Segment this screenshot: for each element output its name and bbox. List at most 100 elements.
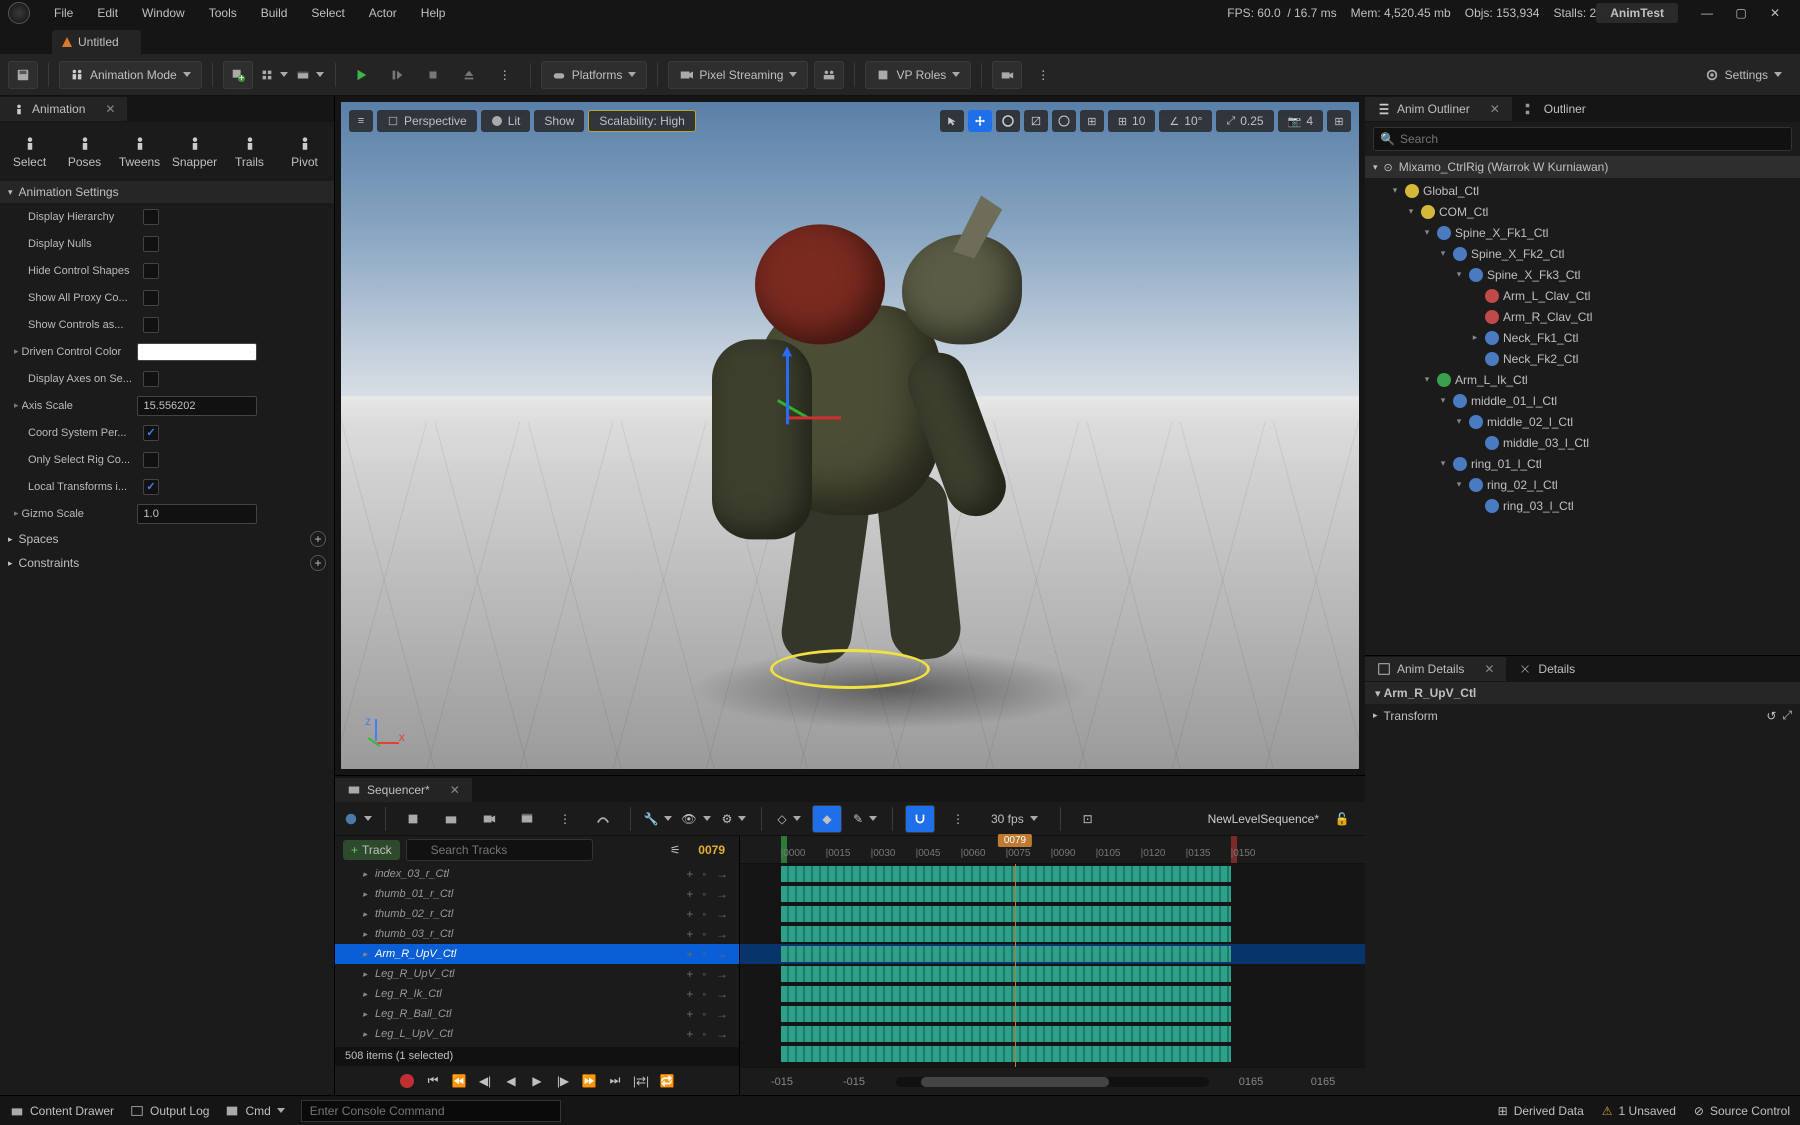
- anim-outliner-tab[interactable]: Anim Outliner✕: [1365, 97, 1512, 121]
- selected-control-header[interactable]: ▾ Arm_R_UpV_Ctl: [1365, 682, 1800, 704]
- menu-file[interactable]: File: [42, 2, 85, 24]
- outliner-item[interactable]: ▾Spine_X_Fk1_Ctl: [1365, 222, 1800, 243]
- sequencer-tab[interactable]: Sequencer*✕: [335, 778, 472, 802]
- maximize-button[interactable]: ▢: [1724, 0, 1758, 26]
- track-row[interactable]: ▸index_03_r_Ctl+ ◦ →: [335, 864, 739, 884]
- playhead-label[interactable]: 0079: [998, 834, 1032, 847]
- outliner-item[interactable]: ▾ring_01_l_Ctl: [1365, 453, 1800, 474]
- director-button[interactable]: [512, 805, 542, 833]
- track-row[interactable]: ▸thumb_01_r_Ctl+ ◦ →: [335, 884, 739, 904]
- outliner-item[interactable]: ▾ring_02_l_Ctl: [1365, 474, 1800, 495]
- menu-window[interactable]: Window: [130, 2, 197, 24]
- viewport-options-button[interactable]: ≡: [349, 110, 373, 132]
- rig-root[interactable]: ▾⊙ Mixamo_CtrlRig (Warrok W Kurniawan): [1365, 156, 1800, 178]
- viewport[interactable]: z x ≡ Perspective Lit Show Scalability: …: [341, 102, 1359, 769]
- loop-section-button[interactable]: |⇄|: [632, 1072, 650, 1090]
- track-row[interactable]: ▸thumb_02_r_Ctl+ ◦ →: [335, 904, 739, 924]
- range-end-2[interactable]: 0165: [1293, 1076, 1353, 1088]
- key-lane[interactable]: [740, 884, 1365, 904]
- stop-button[interactable]: [418, 61, 448, 89]
- step-button[interactable]: [382, 61, 412, 89]
- fps-button[interactable]: 30 fps: [981, 805, 1048, 833]
- key-lane[interactable]: [740, 944, 1365, 964]
- translate-tool[interactable]: [968, 110, 992, 132]
- outliner-item[interactable]: ▾Spine_X_Fk3_Ctl: [1365, 264, 1800, 285]
- play-reverse-button[interactable]: ◀: [502, 1072, 520, 1090]
- save-button[interactable]: [8, 61, 38, 89]
- menu-edit[interactable]: Edit: [85, 2, 130, 24]
- current-frame-display[interactable]: 0079: [692, 843, 731, 857]
- surface-snap-button[interactable]: ⊞: [1080, 110, 1104, 132]
- play-button[interactable]: [346, 61, 376, 89]
- pixel-streaming-button[interactable]: Pixel Streaming: [668, 61, 808, 89]
- menu-help[interactable]: Help: [409, 2, 458, 24]
- animation-settings-header[interactable]: ▾Animation Settings: [0, 181, 334, 203]
- show-button[interactable]: Show: [534, 110, 584, 132]
- range-end-1[interactable]: 0165: [1221, 1076, 1281, 1088]
- close-button[interactable]: ✕: [1758, 0, 1792, 26]
- reset-transform-icon[interactable]: ↺: [1766, 709, 1776, 723]
- character-mesh[interactable]: [635, 186, 1065, 666]
- edit-mode-button[interactable]: ✎: [850, 805, 880, 833]
- loop-button[interactable]: 🔁: [658, 1072, 676, 1090]
- scale-tool[interactable]: [1024, 110, 1048, 132]
- coord-system-checkbox[interactable]: [143, 425, 159, 441]
- shelf-trails[interactable]: Trails: [224, 130, 275, 173]
- step-fwd-keyframe-button[interactable]: ⏩: [580, 1072, 598, 1090]
- settings-button[interactable]: Settings: [1695, 61, 1792, 89]
- add-content-button[interactable]: +: [223, 61, 253, 89]
- key-lane[interactable]: [740, 1044, 1365, 1064]
- menu-build[interactable]: Build: [249, 2, 300, 24]
- shelf-select[interactable]: Select: [4, 130, 55, 173]
- camera-speed-button[interactable]: 📷 4: [1278, 110, 1323, 132]
- details-tab[interactable]: Details: [1506, 657, 1587, 681]
- save-seq-button[interactable]: [398, 805, 428, 833]
- browse-button[interactable]: [436, 805, 466, 833]
- outliner-item[interactable]: ▾COM_Ctl: [1365, 201, 1800, 222]
- step-back-frame-button[interactable]: ◀|: [476, 1072, 494, 1090]
- output-log-button[interactable]: Output Log: [130, 1104, 209, 1118]
- axis-scale-input[interactable]: 15.556202: [137, 396, 257, 416]
- key-lane[interactable]: [740, 964, 1365, 984]
- snap-button[interactable]: [905, 805, 935, 833]
- console-input[interactable]: [301, 1100, 561, 1122]
- driven-control-color-swatch[interactable]: [137, 343, 257, 361]
- key-lane[interactable]: [740, 924, 1365, 944]
- outliner-item[interactable]: middle_03_l_Ctl: [1365, 432, 1800, 453]
- unsaved-button[interactable]: ⚠ 1 Unsaved: [1602, 1104, 1676, 1118]
- lock-button[interactable]: 🔓: [1327, 805, 1357, 833]
- play-forward-button[interactable]: ▶: [528, 1072, 546, 1090]
- outliner-item[interactable]: Arm_R_Clav_Ctl: [1365, 306, 1800, 327]
- step-back-keyframe-button[interactable]: ⏪: [450, 1072, 468, 1090]
- close-sequencer-icon[interactable]: ✕: [450, 783, 460, 797]
- spaces-section[interactable]: ▸Spaces+: [0, 527, 334, 551]
- show-all-proxy-checkbox[interactable]: [143, 290, 159, 306]
- shelf-poses[interactable]: Poses: [59, 130, 110, 173]
- scale-snap-button[interactable]: ⤢ 0.25: [1216, 110, 1273, 132]
- record-button[interactable]: [398, 1072, 416, 1090]
- gizmo-scale-input[interactable]: 1.0: [137, 504, 257, 524]
- play-options-button[interactable]: ⋮: [490, 61, 520, 89]
- angle-snap-button[interactable]: ∠ 10°: [1159, 110, 1212, 132]
- show-controls-as-checkbox[interactable]: [143, 317, 159, 333]
- display-nulls-checkbox[interactable]: [143, 236, 159, 252]
- marked-frames-button[interactable]: ⊡: [1073, 805, 1103, 833]
- outliner-item[interactable]: ▾Spine_X_Fk2_Ctl: [1365, 243, 1800, 264]
- render-button[interactable]: [474, 805, 504, 833]
- filter-button[interactable]: ⚟: [664, 839, 686, 861]
- only-select-rig-checkbox[interactable]: [143, 452, 159, 468]
- take-recorder-button[interactable]: [992, 61, 1022, 89]
- vp-roles-button[interactable]: VP Roles: [865, 61, 971, 89]
- outliner-item[interactable]: ▾Global_Ctl: [1365, 180, 1800, 201]
- menu-actor[interactable]: Actor: [357, 2, 409, 24]
- track-row[interactable]: ▸thumb_03_r_Ctl+ ◦ →: [335, 924, 739, 944]
- snap-options-button[interactable]: ⋮: [943, 805, 973, 833]
- autokey-button[interactable]: ◆: [812, 805, 842, 833]
- add-constraint-button[interactable]: +: [310, 555, 326, 571]
- close-tab-icon[interactable]: ✕: [1490, 102, 1500, 116]
- display-hierarchy-checkbox[interactable]: [143, 209, 159, 225]
- expand-transform-icon[interactable]: ⤢: [1782, 708, 1792, 723]
- close-tab-icon[interactable]: ✕: [105, 102, 115, 116]
- cinematics-button[interactable]: [295, 61, 325, 89]
- key-lane[interactable]: [740, 1024, 1365, 1044]
